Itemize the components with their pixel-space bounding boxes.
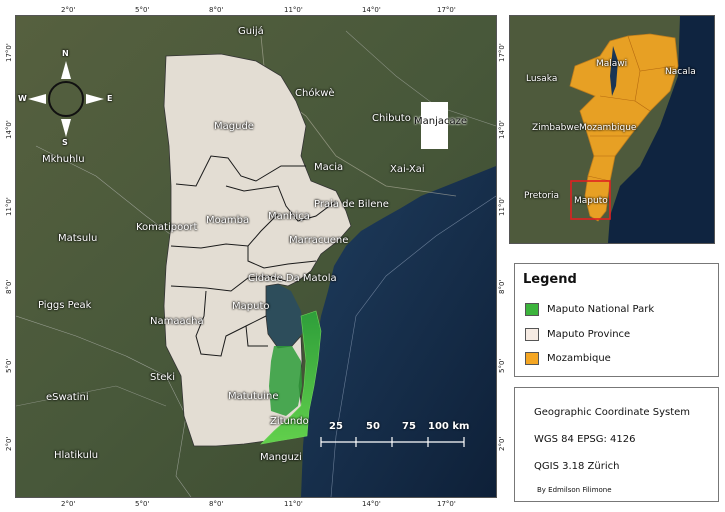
lon-tick-bottom: 2°0' <box>61 500 76 508</box>
label-moamba: Moamba <box>206 215 250 226</box>
lat-tick-left: 11°0' <box>5 197 13 216</box>
lon-tick-top: 17°0' <box>437 6 456 14</box>
scale-label-25: 25 <box>329 421 343 432</box>
legend-label: Maputo National Park <box>547 304 655 315</box>
label-piggs-peak: Piggs Peak <box>38 300 92 311</box>
label-chibuto: Chibuto <box>372 113 411 124</box>
label-matutuine: Matutuine <box>228 391 279 402</box>
lon-tick-bottom: 11°0' <box>284 500 303 508</box>
lon-tick-bottom: 5°0' <box>135 500 150 508</box>
info-coordinate-system: Geographic Coordinate System <box>534 407 691 418</box>
inset-label-pretoria: Pretoria <box>524 191 560 201</box>
lat-tick-left: 8°0' <box>5 279 13 294</box>
legend-label: Mozambique <box>547 353 611 364</box>
compass-e: E <box>107 94 113 103</box>
label-mkhuhlu: Mkhuhlu <box>42 154 85 165</box>
label-chokwe: Chókwè <box>295 88 335 99</box>
lon-tick-top: 8°0' <box>209 6 224 14</box>
lon-tick-bottom: 14°0' <box>362 500 381 508</box>
label-marracuene: Marracuene <box>289 235 349 246</box>
main-map[interactable] <box>16 16 496 497</box>
inset-label-mozambique: Mozambique <box>579 123 637 133</box>
label-eswatini: eSwatini <box>46 392 89 403</box>
lon-tick-top: 2°0' <box>61 6 76 14</box>
legend-swatch-province <box>525 328 539 341</box>
info-author: By Edmilson Filimone <box>537 486 612 494</box>
lon-tick-top: 14°0' <box>362 6 381 14</box>
legend-item-province: Maputo Province <box>525 328 630 341</box>
main-map-frame: N S E W Guijá Chókwè Chibuto Manjacaze M… <box>15 15 497 498</box>
legend-title: Legend <box>523 272 577 287</box>
legend: Legend Maputo National Park Maputo Provi… <box>514 263 719 377</box>
label-cidade-da-matola: Cidade Da Matola <box>248 273 337 284</box>
inset-label-nacala: Nacala <box>665 67 696 77</box>
lat-tick-right: 17°0' <box>498 43 506 62</box>
lat-tick-left: 5°0' <box>5 358 13 373</box>
lat-tick-left: 17°0' <box>5 43 13 62</box>
lon-tick-bottom: 8°0' <box>209 500 224 508</box>
lon-tick-top: 11°0' <box>284 6 303 14</box>
label-macia: Macia <box>314 162 344 173</box>
label-maputo: Maputo <box>232 301 270 312</box>
inset-label-zimbabwe: Zimbabwe <box>532 123 580 133</box>
lat-tick-right: 14°0' <box>498 120 506 139</box>
scale-label-50: 50 <box>366 421 380 432</box>
label-manhica: Manhiça <box>268 211 310 222</box>
info-software: QGIS 3.18 Zürich <box>534 461 620 472</box>
lat-tick-right: 2°0' <box>498 436 506 451</box>
label-praia-de-bilene: Praia de Bilene <box>314 199 389 210</box>
scale-label-100km: 100 km <box>428 421 470 432</box>
inset-label-malawi: Malawi <box>596 59 628 69</box>
label-hlatikulu: Hlatikulu <box>54 450 99 461</box>
label-xai-xai: Xai-Xai <box>390 164 425 175</box>
compass-n: N <box>62 49 69 58</box>
label-manguzi: Manguzi <box>260 452 302 463</box>
lat-tick-right: 11°0' <box>498 197 506 216</box>
label-namaacha: Namaacha <box>150 316 204 327</box>
label-steki: Steki <box>150 372 175 383</box>
compass-s: S <box>62 138 68 147</box>
lat-tick-right: 8°0' <box>498 279 506 294</box>
legend-label: Maputo Province <box>547 329 631 340</box>
label-magude: Magude <box>214 121 254 132</box>
info-datum: WGS 84 EPSG: 4126 <box>534 434 636 445</box>
legend-swatch-mozambique <box>525 352 539 365</box>
label-manjacaze: Manjacaze <box>414 116 468 127</box>
lon-tick-bottom: 17°0' <box>437 500 456 508</box>
lat-tick-right: 5°0' <box>498 358 506 373</box>
inset-map-frame: Malawi Lusaka Nacala Zimbabwe Mozambique… <box>509 15 715 244</box>
legend-item-mozambique: Mozambique <box>525 352 611 365</box>
map-info: Geographic Coordinate System WGS 84 EPSG… <box>514 387 719 502</box>
lat-tick-left: 2°0' <box>5 436 13 451</box>
lon-tick-top: 5°0' <box>135 6 150 14</box>
inset-label-lusaka: Lusaka <box>526 74 558 84</box>
legend-swatch-park <box>525 303 539 316</box>
label-guija: Guijá <box>238 26 264 37</box>
label-komatipoort: Komatipoort <box>136 222 198 233</box>
inset-label-maputo: Maputo <box>574 196 608 206</box>
legend-item-national-park: Maputo National Park <box>525 303 654 316</box>
label-zitundo: Zitundo <box>270 416 309 427</box>
scale-label-75: 75 <box>402 421 416 432</box>
lat-tick-left: 14°0' <box>5 120 13 139</box>
maputo-national-park-marine <box>269 346 302 416</box>
label-matsulu: Matsulu <box>58 233 98 244</box>
compass-w: W <box>18 94 27 103</box>
